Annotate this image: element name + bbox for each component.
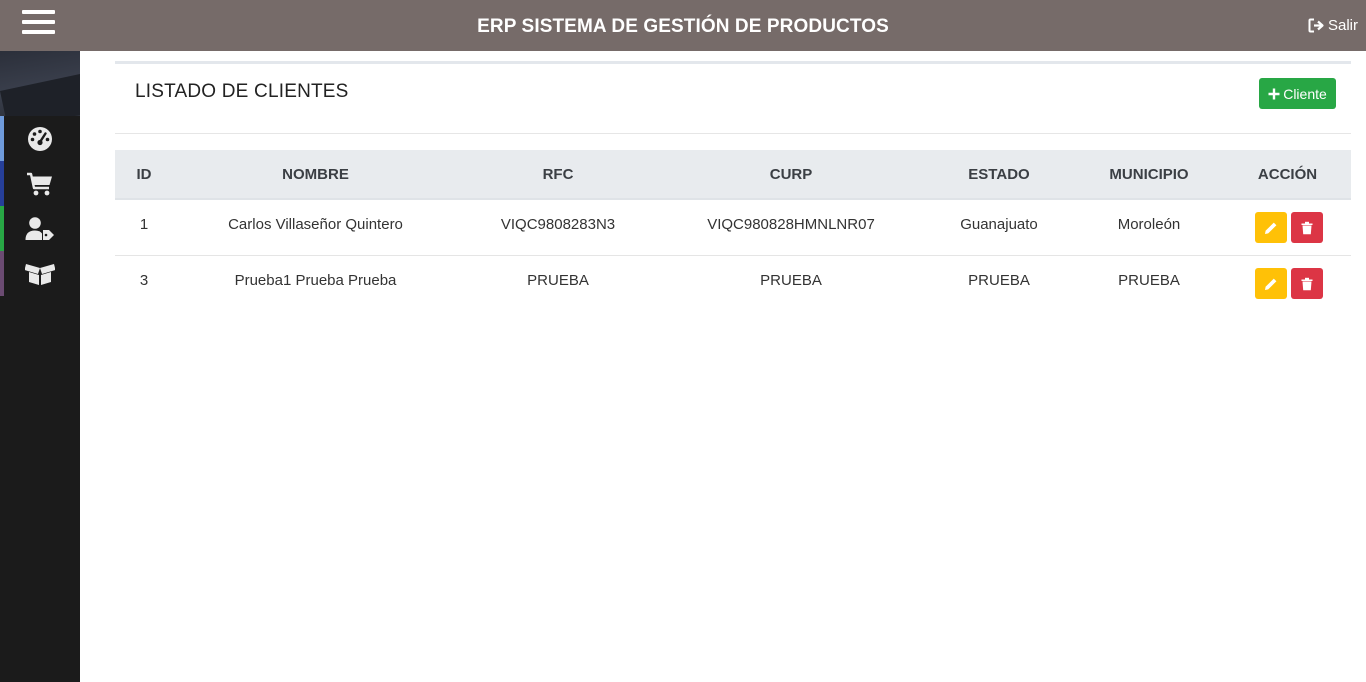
sidebar-item-dashboard[interactable] (0, 116, 80, 161)
edit-button[interactable] (1255, 212, 1287, 243)
shopping-cart-icon (27, 172, 52, 195)
row-actions (1255, 268, 1323, 299)
table-header: ID NOMBRE RFC CURP ESTADO MUNICIPIO ACCI… (115, 150, 1351, 200)
page-title: LISTADO DE CLIENTES (135, 81, 349, 102)
divider (115, 133, 1351, 134)
cell-curp: VIQC980828HMNLNR07 (707, 216, 875, 233)
logout-label: Salir (1327, 17, 1358, 34)
sign-out-icon (1308, 18, 1324, 33)
sidebar-item-accent (0, 116, 4, 161)
logout-button[interactable]: Salir (1308, 17, 1358, 34)
cell-nombre: Carlos Villaseñor Quintero (228, 216, 403, 233)
dashboard-gauge-icon (28, 126, 52, 151)
sidebar-item-accent (0, 206, 4, 251)
column-header-accion: ACCIÓN (1257, 166, 1318, 183)
top-bar: ERP SISTEMA DE GESTIÓN DE PRODUCTOS Sali… (0, 0, 1366, 51)
column-header-municipio: MUNICIPIO (1109, 166, 1189, 183)
clients-table: ID NOMBRE RFC CURP ESTADO MUNICIPIO ACCI… (115, 150, 1351, 312)
edit-button[interactable] (1255, 268, 1287, 299)
app-title: ERP SISTEMA DE GESTIÓN DE PRODUCTOS (477, 16, 889, 37)
cell-rfc: VIQC9808283N3 (500, 216, 616, 233)
column-header-estado: ESTADO (968, 166, 1030, 183)
column-header-curp: CURP (769, 166, 813, 183)
add-client-button[interactable]: Cliente (1259, 78, 1336, 109)
sidebar (0, 51, 80, 682)
delete-button[interactable] (1291, 212, 1323, 243)
cell-nombre: Prueba1 Prueba Prueba (234, 272, 397, 289)
sidebar-header (0, 51, 80, 116)
delete-button[interactable] (1291, 268, 1323, 299)
add-client-label: Cliente (1283, 85, 1327, 102)
column-header-nombre: NOMBRE (282, 166, 349, 183)
card-top-border (115, 61, 1351, 64)
column-header-id: ID (136, 166, 152, 183)
row-actions (1255, 212, 1323, 243)
table-row: 1 Carlos Villaseñor Quintero VIQC9808283… (115, 200, 1351, 256)
main-content: LISTADO DE CLIENTES Cliente ID NOMBRE RF… (80, 51, 1366, 682)
sidebar-item-sales[interactable] (0, 161, 80, 206)
cell-municipio: PRUEBA (1118, 272, 1180, 289)
sidebar-item-accent (0, 161, 4, 206)
sidebar-item-accent (0, 251, 4, 296)
plus-icon (1268, 88, 1280, 99)
cell-id: 3 (139, 272, 149, 289)
cell-estado: Guanajuato (960, 216, 1038, 233)
column-header-rfc: RFC (542, 166, 574, 183)
cell-rfc: PRUEBA (527, 272, 589, 289)
trash-icon (1301, 277, 1313, 290)
box-open-icon (25, 263, 55, 285)
cell-estado: PRUEBA (968, 272, 1030, 289)
cell-curp: PRUEBA (760, 272, 822, 289)
sidebar-item-clients[interactable] (0, 206, 80, 251)
sidebar-item-products[interactable] (0, 251, 80, 296)
pencil-icon (1265, 222, 1277, 234)
pencil-icon (1265, 278, 1277, 290)
trash-icon (1301, 221, 1313, 234)
cell-municipio: Moroleón (1117, 216, 1181, 233)
cell-id: 1 (139, 216, 149, 233)
table-row: 3 Prueba1 Prueba Prueba PRUEBA PRUEBA PR… (115, 256, 1351, 312)
user-tag-icon (25, 216, 54, 240)
